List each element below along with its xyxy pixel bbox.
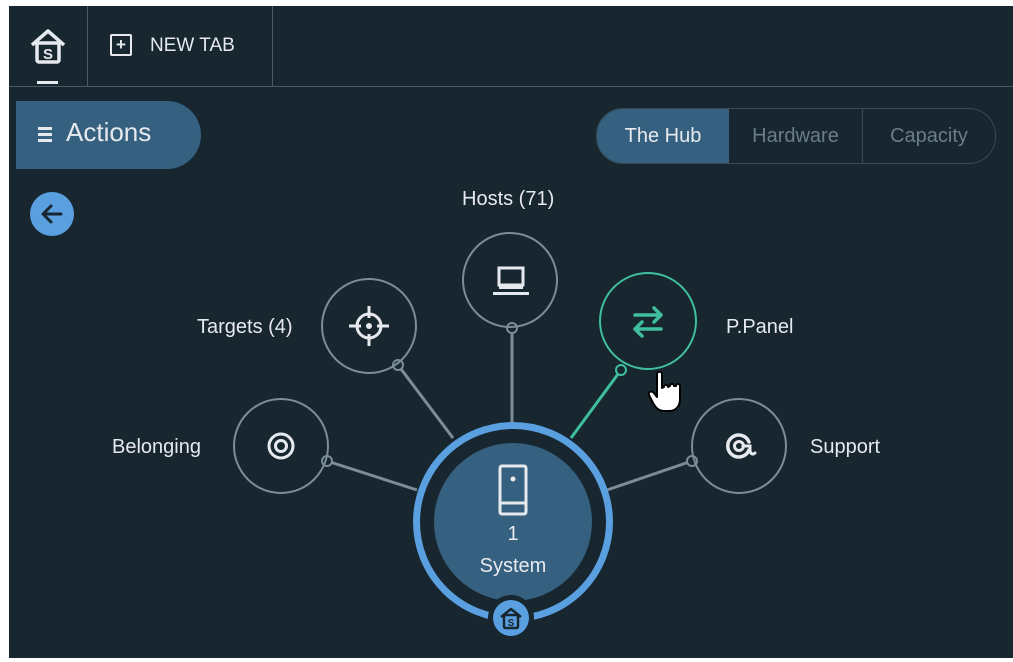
crosshair-icon [349, 306, 389, 346]
support-node[interactable] [691, 398, 787, 494]
hosts-node[interactable] [462, 232, 558, 328]
system-label: System [479, 555, 547, 577]
support-label: Support [810, 436, 881, 458]
ppanel-label: P.Panel [726, 316, 794, 338]
belonging-node[interactable] [233, 398, 329, 494]
system-home-badge[interactable]: S [488, 595, 534, 641]
home-s-icon: S [500, 607, 522, 630]
svg-text:S: S [508, 618, 515, 629]
hosts-label: Hosts (71) [462, 188, 555, 210]
swap-arrows-icon [633, 306, 663, 338]
app-window: S + NEW TAB Actions The Hub Hardware Cap… [9, 6, 1013, 658]
ppanel-node[interactable] [599, 272, 697, 370]
target-rings-icon [267, 432, 295, 460]
targets-label: Targets (4) [197, 316, 293, 338]
targets-node[interactable] [321, 278, 417, 374]
system-center-inner: 1 System [434, 443, 592, 601]
hand-cursor-icon [647, 370, 681, 412]
at-sign-icon [726, 433, 757, 459]
system-count: 1 [507, 523, 519, 545]
belonging-label: Belonging [112, 436, 201, 458]
system-center-node[interactable]: 1 System [413, 422, 613, 622]
monitor-icon [493, 266, 529, 295]
